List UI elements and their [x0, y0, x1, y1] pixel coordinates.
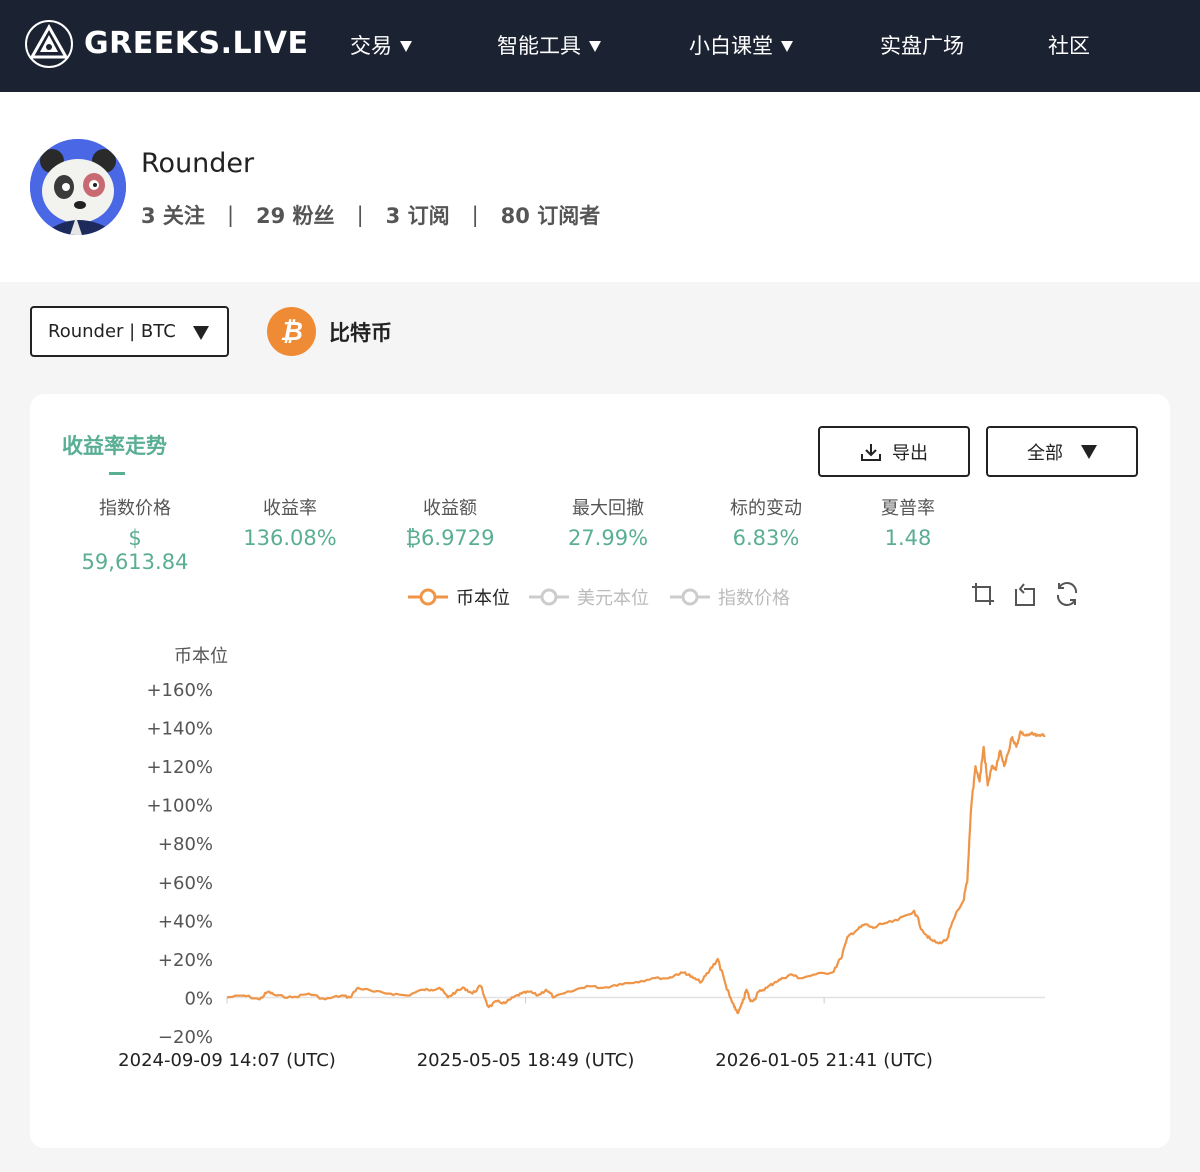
- legend-label: 美元本位: [577, 588, 649, 609]
- export-button[interactable]: 导出: [818, 426, 970, 477]
- tab-indicator: [109, 472, 125, 475]
- metric-label: 夏普率: [881, 498, 935, 519]
- y-tick-label: +40%: [158, 911, 213, 932]
- metric-value: 27.99%: [567, 526, 649, 550]
- y-tick-label: +140%: [146, 719, 213, 740]
- y-axis-label: 币本位: [174, 646, 228, 667]
- range-select-value: 全部: [1027, 442, 1063, 464]
- metric-underlying-change: 标的变动 6.83%: [711, 494, 821, 550]
- caret-down-icon: [400, 40, 412, 52]
- caret-down-icon: [1081, 444, 1097, 459]
- metric-value: $ 59,613.84: [81, 526, 189, 574]
- x-tick-label: 2025-05-05 18:49 (UTC): [417, 1050, 635, 1071]
- avatar[interactable]: [30, 139, 126, 235]
- metric-label: 最大回撤: [572, 498, 644, 519]
- account-selector-value: Rounder | BTC: [48, 321, 176, 342]
- legend-label: 币本位: [456, 588, 510, 609]
- legend-line-marker-icon: [529, 588, 569, 606]
- subscriptions-count[interactable]: 3 订阅: [386, 200, 450, 230]
- legend-line-marker-icon: [670, 588, 710, 606]
- metric-return-rate: 收益率 136.08%: [235, 494, 345, 550]
- y-tick-label: +20%: [158, 950, 213, 971]
- subscribers-count[interactable]: 80 订阅者: [501, 200, 601, 230]
- greeks-logo-icon[interactable]: [24, 19, 74, 69]
- y-tick-label: −20%: [158, 1027, 213, 1048]
- range-select[interactable]: 全部: [986, 426, 1138, 477]
- stats-separator: |: [471, 203, 479, 227]
- metric-label: 收益率: [263, 498, 317, 519]
- nav-item-trade[interactable]: 交易: [350, 30, 412, 60]
- returns-card: 币本位 +160% +140% +120% +100% +80% +60% +40% +20% 0…: [30, 394, 1170, 1148]
- followers-count[interactable]: 29 粉丝: [256, 200, 335, 230]
- coin-name: 比特币: [329, 321, 392, 345]
- zoom-icon[interactable]: [970, 581, 996, 607]
- y-tick-label: +60%: [158, 873, 213, 894]
- nav-item-live-square[interactable]: 实盘广场: [880, 30, 964, 60]
- legend-item-index[interactable]: 指数价格: [670, 584, 790, 610]
- metric-label: 收益额: [423, 498, 477, 519]
- metric-sharpe-ratio: 夏普率 1.48: [858, 494, 958, 550]
- y-tick-label: +100%: [146, 796, 213, 817]
- caret-down-icon: [589, 40, 601, 52]
- nav-item-label: 小白课堂: [689, 34, 773, 58]
- metric-value: 1.48: [884, 526, 932, 550]
- y-tick-label: 0%: [184, 988, 213, 1009]
- metric-value: ₿6.9729: [405, 526, 495, 550]
- metric-profit: 收益额 ₿6.9729: [395, 494, 505, 551]
- nav-item-tools[interactable]: 智能工具: [497, 30, 601, 60]
- caret-down-icon: [193, 326, 209, 340]
- account-selector[interactable]: Rounder | BTC: [30, 306, 229, 357]
- nav-item-school[interactable]: 小白课堂: [689, 30, 793, 60]
- nav-item-label: 实盘广场: [880, 34, 964, 58]
- metric-label: 指数价格: [99, 498, 171, 519]
- panda-avatar-icon: [30, 139, 126, 235]
- y-tick-label: +80%: [158, 834, 213, 855]
- metric-index-price: 指数价格 $ 59,613.84: [75, 494, 195, 574]
- download-icon: [861, 443, 881, 461]
- bitcoin-icon: ₿: [267, 307, 316, 356]
- x-tick-label: 2026-01-05 21:41 (UTC): [715, 1050, 933, 1071]
- zoom-reset-icon[interactable]: [1012, 581, 1038, 607]
- username: Rounder: [141, 148, 255, 179]
- stats-separator: |: [226, 203, 235, 227]
- metric-value: 136.08%: [243, 526, 337, 550]
- legend-item-usd[interactable]: 美元本位: [529, 584, 649, 610]
- export-label: 导出: [892, 442, 928, 464]
- metric-value: 6.83%: [732, 526, 800, 550]
- card-title[interactable]: 收益率走势: [62, 430, 167, 460]
- refresh-icon[interactable]: [1054, 581, 1080, 607]
- top-nav: GREEKS.LIVE 交易 智能工具 小白课堂 实盘广场 社区: [0, 0, 1200, 92]
- legend-line-marker-icon: [408, 588, 448, 606]
- y-tick-label: +160%: [146, 680, 213, 701]
- brand-name[interactable]: GREEKS.LIVE: [84, 26, 308, 61]
- profile-header: Rounder 3 关注 | 29 粉丝 | 3 订阅 | 80 订阅者: [0, 92, 1200, 282]
- nav-item-label: 社区: [1048, 34, 1090, 58]
- stats-separator: |: [356, 203, 364, 227]
- y-tick-label: +120%: [146, 757, 213, 778]
- x-tick-label: 2024-09-09 14:07 (UTC): [118, 1050, 336, 1071]
- nav-item-community[interactable]: 社区: [1048, 30, 1090, 60]
- series-line-coin: [226, 730, 1046, 1015]
- metric-max-drawdown: 最大回撤 27.99%: [553, 494, 663, 550]
- nav-item-label: 交易: [350, 34, 392, 58]
- caret-down-icon: [781, 40, 793, 52]
- legend-item-coin[interactable]: 币本位: [408, 584, 510, 610]
- nav-item-label: 智能工具: [497, 34, 581, 58]
- legend-label: 指数价格: [718, 588, 790, 609]
- following-count[interactable]: 3 关注: [141, 200, 205, 230]
- profile-stats: 3 关注 | 29 粉丝 | 3 订阅 | 80 订阅者: [141, 200, 600, 230]
- metric-label: 标的变动: [730, 498, 802, 519]
